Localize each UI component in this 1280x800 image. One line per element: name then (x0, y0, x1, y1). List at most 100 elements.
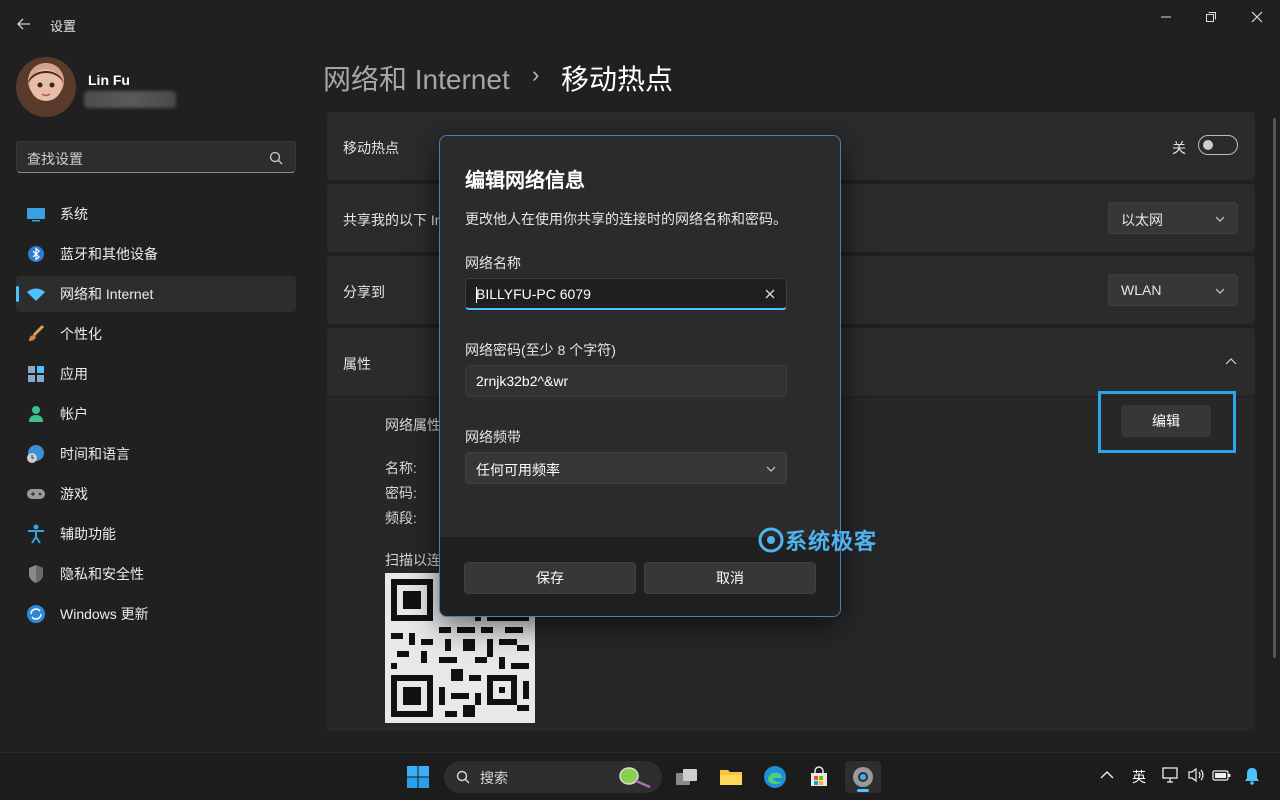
minimize-button[interactable] (1152, 6, 1180, 28)
share-from-label: 共享我的以下 In (343, 212, 443, 228)
breadcrumb-parent[interactable]: 网络和 Internet (323, 58, 510, 98)
prop-name-label: 名称: (385, 460, 417, 476)
sidebar-item-label: 网络和 Internet (60, 286, 154, 302)
sidebar-item-apps[interactable]: 应用 (16, 356, 296, 392)
network-band-label: 网络频带 (465, 429, 521, 445)
edge-button[interactable] (757, 761, 793, 793)
accessibility-icon (26, 524, 46, 544)
sidebar-nav: 系统 蓝牙和其他设备 网络和 Internet 个性化 应用 帐户 时间和语言 … (16, 196, 296, 636)
file-explorer-button[interactable] (713, 761, 749, 793)
network-name-label: 网络名称 (465, 255, 521, 271)
monitor-icon (26, 204, 46, 224)
sidebar-item-label: 帐户 (60, 406, 88, 422)
bell-icon (1245, 768, 1259, 785)
sidebar-item-label: 隐私和安全性 (60, 566, 144, 582)
sidebar-item-personalization[interactable]: 个性化 (16, 316, 296, 352)
restore-icon (1206, 12, 1216, 22)
battery-icon (1212, 770, 1231, 781)
edge-icon (764, 766, 786, 788)
monitor-network-icon (1162, 767, 1178, 783)
ime-indicator[interactable]: 英 (1132, 767, 1146, 787)
network-tray-icon[interactable] (1162, 767, 1180, 783)
sidebar-item-time-language[interactable]: 时间和语言 (16, 436, 296, 472)
sidebar-item-label: 游戏 (60, 486, 88, 502)
sidebar-item-label: 蓝牙和其他设备 (60, 246, 158, 262)
avatar-face-icon (28, 69, 64, 101)
store-button[interactable] (801, 761, 837, 793)
prop-password-label: 密码: (385, 485, 417, 501)
dialog-description: 更改他人在使用你共享的连接时的网络名称和密码。 (465, 211, 787, 227)
taskbar-search-label: 搜索 (480, 770, 508, 786)
network-band-dropdown[interactable]: 任何可用频率 (465, 452, 787, 484)
sidebar-item-gaming[interactable]: 游戏 (16, 476, 296, 512)
cancel-button[interactable]: 取消 (644, 562, 816, 594)
sidebar-item-accessibility[interactable]: 辅助功能 (16, 516, 296, 552)
gamepad-icon (26, 484, 46, 504)
share-over-value: WLAN (1121, 282, 1162, 298)
clear-icon[interactable] (764, 288, 776, 300)
network-name-value: BILLYFU-PC 6079 (476, 286, 591, 302)
app-title: 设置 (50, 19, 77, 34)
network-password-value: 2rnjk32b2^&wr (476, 373, 569, 389)
back-button[interactable] (14, 14, 34, 34)
share-from-value: 以太网 (1121, 212, 1163, 228)
hotspot-label: 移动热点 (343, 140, 399, 156)
scrollbar[interactable] (1273, 118, 1276, 658)
sidebar-item-label: 应用 (60, 366, 88, 382)
chevron-down-icon (1215, 216, 1225, 222)
save-button[interactable]: 保存 (464, 562, 636, 594)
chevron-up-icon (1100, 771, 1114, 779)
hotspot-toggle[interactable] (1198, 135, 1238, 155)
back-arrow-icon (17, 18, 30, 30)
task-view-button[interactable] (669, 761, 705, 793)
apps-icon (26, 364, 46, 384)
minimize-icon (1161, 16, 1171, 18)
sidebar-item-bluetooth[interactable]: 蓝牙和其他设备 (16, 236, 296, 272)
network-password-label: 网络密码(至少 8 个字符) (465, 342, 616, 358)
volume-tray-icon[interactable] (1187, 767, 1205, 783)
chevron-down-icon (766, 466, 776, 472)
update-icon (26, 604, 46, 624)
sidebar-item-network[interactable]: 网络和 Internet (16, 276, 296, 312)
tray-overflow-button[interactable] (1100, 769, 1114, 781)
network-password-input[interactable]: 2rnjk32b2^&wr (465, 365, 787, 397)
page-title: 移动热点 (561, 64, 674, 95)
search-icon (456, 770, 470, 784)
sidebar-item-system[interactable]: 系统 (16, 196, 296, 232)
chevron-up-icon (1225, 358, 1237, 365)
sidebar-item-label: 时间和语言 (60, 446, 130, 462)
sidebar-item-label: 辅助功能 (60, 526, 116, 542)
close-icon (1251, 11, 1263, 23)
properties-label: 属性 (343, 356, 371, 372)
battery-tray-icon[interactable] (1212, 768, 1232, 782)
scan-label: 扫描以连 (385, 552, 441, 568)
settings-app-button[interactable] (845, 761, 881, 793)
share-from-dropdown[interactable]: 以太网 (1108, 202, 1238, 234)
network-name-input[interactable]: BILLYFU-PC 6079 (465, 278, 787, 310)
bluetooth-icon (26, 244, 46, 264)
sidebar-item-label: Windows 更新 (60, 606, 149, 622)
toggle-state-label: 关 (1172, 140, 1186, 156)
maximize-button[interactable] (1197, 6, 1225, 28)
close-button[interactable] (1243, 6, 1271, 28)
sidebar-item-privacy[interactable]: 隐私和安全性 (16, 556, 296, 592)
search-placeholder: 查找设置 (27, 151, 83, 167)
share-over-dropdown[interactable]: WLAN (1108, 274, 1238, 306)
windows-logo-icon (407, 766, 429, 788)
tennis-racket-icon (619, 767, 651, 789)
person-icon (26, 404, 46, 424)
taskbar: 搜索 英 (0, 752, 1280, 800)
shield-icon (26, 564, 46, 584)
sidebar-item-windows-update[interactable]: Windows 更新 (16, 596, 296, 632)
search-icon (269, 151, 283, 165)
notification-button[interactable] (1244, 767, 1260, 785)
wifi-icon (26, 284, 46, 304)
sidebar-item-accounts[interactable]: 帐户 (16, 396, 296, 432)
start-button[interactable] (400, 761, 436, 793)
folder-icon (720, 770, 742, 785)
globe-clock-icon (26, 444, 46, 464)
avatar[interactable] (16, 57, 76, 117)
taskbar-search[interactable]: 搜索 (444, 761, 662, 793)
settings-search-input[interactable]: 查找设置 (16, 141, 296, 173)
watermark-logo-icon (758, 527, 784, 553)
